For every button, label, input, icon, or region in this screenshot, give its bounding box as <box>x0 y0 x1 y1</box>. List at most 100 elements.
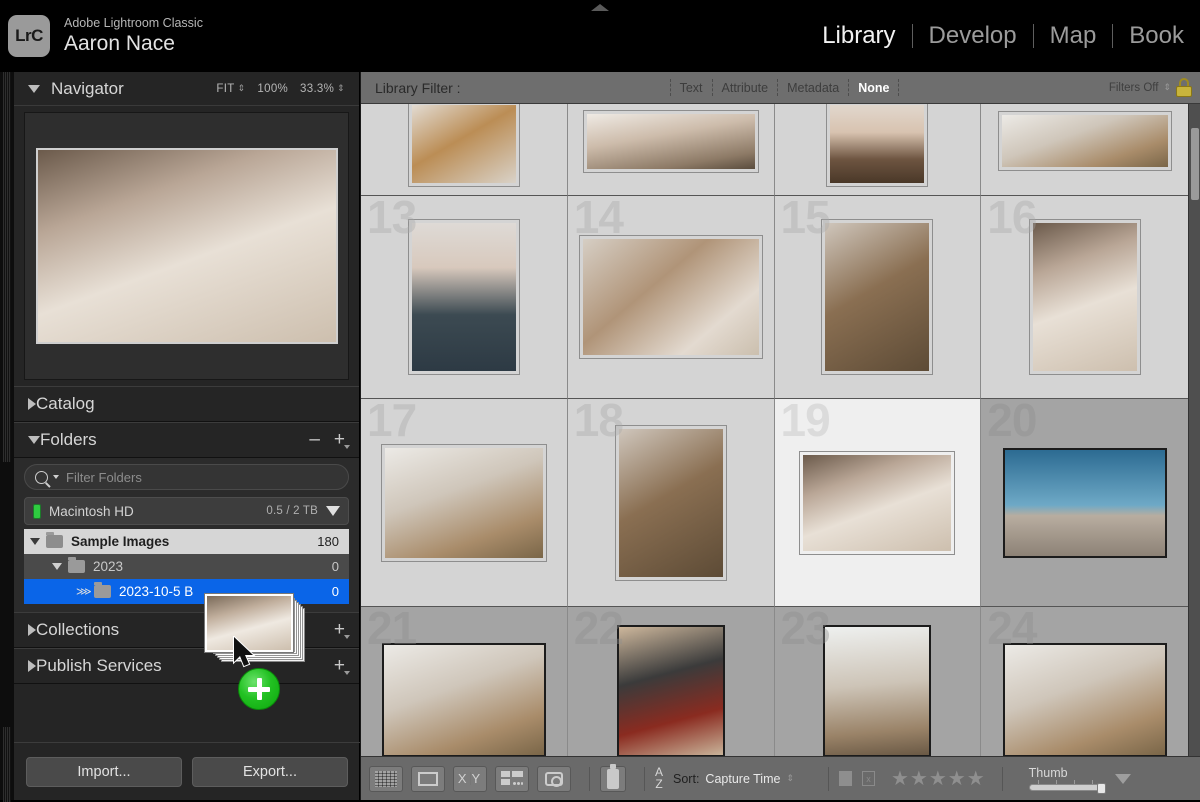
disclosure-triangle-icon[interactable] <box>52 563 62 570</box>
thumbnail-frame[interactable] <box>998 111 1172 171</box>
grid-cell[interactable] <box>568 104 775 196</box>
filters-state-label[interactable]: Filters Off <box>1109 82 1159 94</box>
thumbnail-frame[interactable] <box>381 444 547 562</box>
scrollbar-thumb[interactable] <box>1191 128 1199 200</box>
volume-row-macintosh-hd[interactable]: Macintosh HD 0.5 / 2 TB <box>24 497 349 525</box>
grid-cell-18[interactable]: 18 <box>568 399 775 607</box>
lock-icon[interactable] <box>1176 78 1192 97</box>
slider-knob[interactable] <box>1097 783 1106 794</box>
navigator-preview-area[interactable] <box>24 112 349 380</box>
thumbnail-frame[interactable] <box>1029 219 1141 375</box>
filter-folders-input[interactable]: Filter Folders <box>24 464 349 490</box>
chevron-right-icon[interactable] <box>28 398 36 410</box>
thumbnail-frame[interactable] <box>1003 643 1167 756</box>
a-z-sort-icon[interactable]: A Z <box>655 767 663 790</box>
grid-cell-13[interactable]: 13 <box>361 196 568 399</box>
grid-cell-22[interactable]: 22 <box>568 607 775 756</box>
thumbnail-frame[interactable] <box>583 110 759 173</box>
grid-row: 21 22 23 24 <box>361 607 1188 756</box>
folder-icon <box>68 560 85 573</box>
thumbnail-frame[interactable] <box>615 425 727 581</box>
filter-metadata-button[interactable]: Metadata <box>787 81 839 95</box>
chevron-down-icon[interactable] <box>28 85 40 93</box>
thumbnail-frame[interactable] <box>408 219 520 375</box>
filter-text-button[interactable]: Text <box>680 81 703 95</box>
grid-cell-19-selected[interactable]: 19 <box>775 399 982 607</box>
export-button[interactable]: Export... <box>192 757 348 787</box>
stepper-icon[interactable]: ⇕ <box>786 775 794 783</box>
disclosure-triangle-icon[interactable] <box>30 538 40 545</box>
grid-cell-21[interactable]: 21 <box>361 607 568 756</box>
thumbnail-frame[interactable] <box>821 219 933 375</box>
navigator-header[interactable]: Navigator FIT ⇕ 100% 33.3% ⇕ <box>14 72 359 106</box>
zoom-fit[interactable]: FIT ⇕ <box>216 83 245 95</box>
add-folder-button[interactable]: + <box>334 429 345 451</box>
module-develop[interactable]: Develop <box>913 22 1033 50</box>
folder-row-2023[interactable]: 2023 0 <box>24 554 349 579</box>
thumbnail-frame[interactable] <box>823 625 931 756</box>
module-book[interactable]: Book <box>1113 22 1200 50</box>
grid-cell[interactable] <box>361 104 568 196</box>
add-collection-button[interactable]: + <box>334 619 345 641</box>
people-view-button[interactable] <box>537 766 571 792</box>
left-panel-collapse-handle[interactable] <box>0 72 14 800</box>
chevron-down-icon[interactable] <box>28 436 40 444</box>
grid-cell-20[interactable]: 20 <box>981 399 1188 607</box>
folder-row-2023-10-5-b[interactable]: ⋙ 2023-10-5 B 0 <box>24 579 349 604</box>
module-map[interactable]: Map <box>1034 22 1113 50</box>
grid-cell[interactable] <box>981 104 1188 196</box>
grid-cell-14[interactable]: 14 <box>568 196 775 399</box>
thumbnail-frame[interactable] <box>799 451 955 555</box>
grid-cell-15[interactable]: 15 <box>775 196 982 399</box>
grid-cell-23[interactable]: 23 <box>775 607 982 756</box>
filter-attribute-button[interactable]: Attribute <box>722 81 769 95</box>
toolbar-menu-chevron-icon[interactable] <box>1115 774 1131 784</box>
remove-folder-button[interactable]: – <box>309 429 320 451</box>
sort-value[interactable]: Capture Time <box>705 772 780 786</box>
star-rating[interactable]: ★★★★★ <box>891 766 986 791</box>
chevron-right-icon[interactable] <box>28 660 36 672</box>
collections-panel-header[interactable]: Collections + <box>14 612 359 648</box>
stepper-icon[interactable]: ⇕ <box>1163 84 1171 92</box>
grid-cell-17[interactable]: 17 <box>361 399 568 607</box>
reject-flag-icon[interactable]: x <box>862 771 875 786</box>
cell-index: 17 <box>367 393 416 447</box>
grid-row <box>361 104 1188 196</box>
loupe-view-button[interactable] <box>411 766 445 792</box>
catalog-panel-header[interactable]: Catalog <box>14 386 359 422</box>
chevron-right-icon[interactable] <box>28 624 36 636</box>
grid-cell-24[interactable]: 24 <box>981 607 1188 756</box>
zoom-custom[interactable]: 33.3% ⇕ <box>300 83 345 95</box>
folders-panel-header[interactable]: Folders – + <box>14 422 359 458</box>
divider <box>712 79 713 96</box>
grid-scrollbar[interactable] <box>1188 104 1200 756</box>
chevron-down-icon[interactable] <box>53 475 59 479</box>
thumbnail-frame[interactable] <box>382 643 546 756</box>
stepper-icon[interactable]: ⇕ <box>238 85 246 93</box>
module-library[interactable]: Library <box>806 22 911 50</box>
thumbnail-size-slider[interactable]: Thumb <box>1029 766 1105 791</box>
folder-row-sample-images[interactable]: Sample Images 180 <box>24 529 349 554</box>
volume-menu-icon[interactable] <box>326 506 340 516</box>
import-button[interactable]: Import... <box>26 757 182 787</box>
grid-view-button[interactable] <box>369 766 403 792</box>
thumbnail-frame[interactable] <box>826 104 928 187</box>
thumbnail-frame[interactable] <box>579 235 763 359</box>
thumbnail-frame[interactable] <box>617 625 725 756</box>
slider-track[interactable] <box>1029 784 1105 791</box>
stepper-icon[interactable]: ⇕ <box>337 85 345 93</box>
grid-cell-16[interactable]: 16 <box>981 196 1188 399</box>
add-publish-service-button[interactable]: + <box>334 655 345 677</box>
filter-none-button[interactable]: None <box>858 81 889 95</box>
zoom-100[interactable]: 100% <box>257 83 288 95</box>
compare-view-button[interactable]: XY <box>453 766 487 792</box>
top-panel-toggle-icon[interactable] <box>591 4 609 11</box>
flag-icon[interactable] <box>839 771 852 786</box>
thumbnail-frame[interactable] <box>408 104 520 187</box>
painter-tool-button[interactable] <box>600 766 626 792</box>
grid-cell[interactable] <box>775 104 982 196</box>
survey-view-button[interactable] <box>495 766 529 792</box>
photo-grid[interactable]: 13 14 15 16 <box>361 104 1188 756</box>
publish-services-panel-header[interactable]: Publish Services + <box>14 648 359 684</box>
thumbnail-frame[interactable] <box>1003 448 1167 558</box>
